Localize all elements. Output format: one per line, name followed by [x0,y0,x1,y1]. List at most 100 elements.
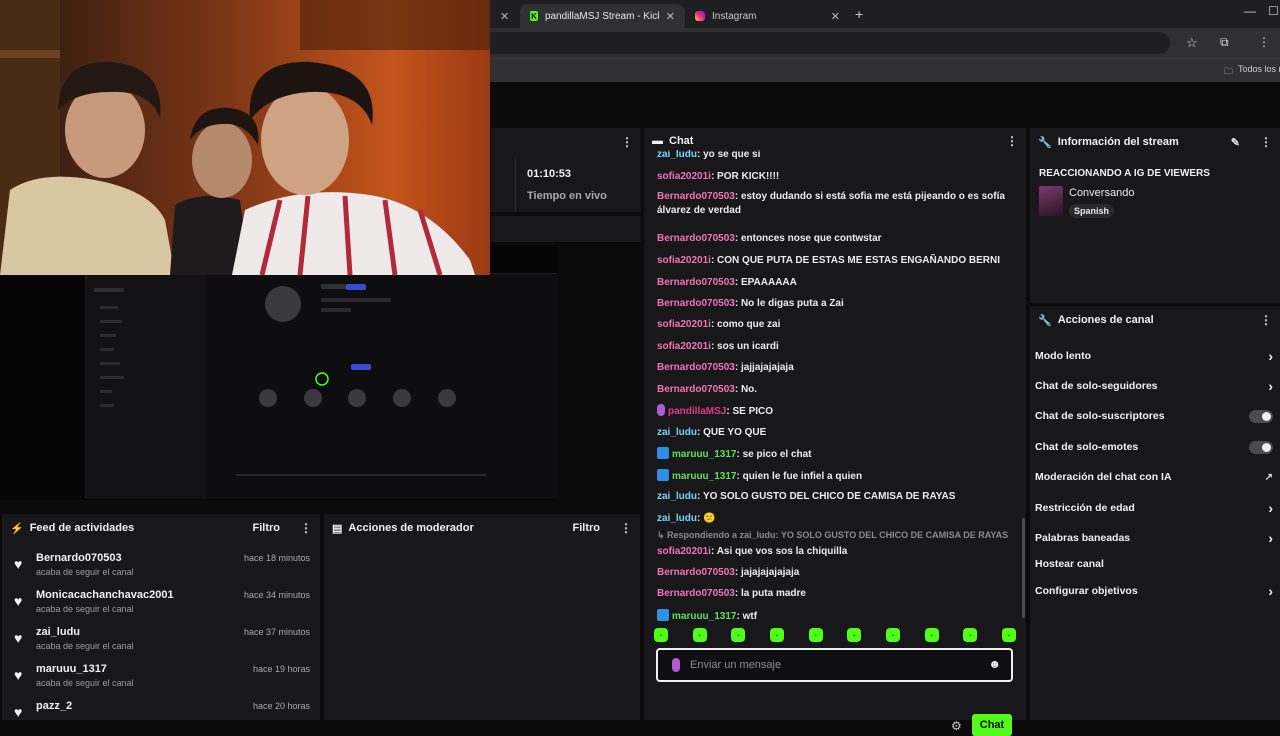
channel-action-item[interactable]: Moderación del chat con IA ↗ [1035,467,1273,487]
kick-icon: K [530,11,538,21]
feed-user[interactable]: zai_ludu [36,626,80,638]
chat-username[interactable]: Bernardo070503 [657,233,735,244]
kebab-menu-icon[interactable]: ⋮ [300,521,312,535]
reply-reference: ↳ Respondiendo a zai_ludu: YO SOLO GUSTO… [657,530,1009,540]
chat-text: sos un icardi [717,341,779,352]
new-tab-icon[interactable]: + [855,6,863,22]
emote-icon[interactable]: • [924,628,939,642]
kebab-menu-icon[interactable]: ⋮ [1260,135,1272,149]
chat-username[interactable]: sofia20201i [657,171,711,182]
channel-action-item[interactable]: Modo lento › [1035,346,1273,366]
browser-menu-icon[interactable]: ⋮ [1258,35,1270,49]
chat-username[interactable]: zai_ludu [657,491,697,502]
chat-username[interactable]: zai_ludu [657,513,697,524]
extensions-icon[interactable]: ⧉ [1220,35,1229,50]
chat-text: wtf [742,611,758,622]
bookmark-star-icon[interactable]: ☆ [1186,35,1198,51]
heart-icon: ♥ [14,556,23,572]
stream-info-panel: 🔧 Información del stream ✎ ⋮ REACCIONAND… [1030,128,1280,303]
channel-action-item[interactable]: Chat de solo-seguidores › [1035,376,1273,396]
minimize-icon[interactable]: — [1244,4,1256,18]
chat-username[interactable]: pandillaMSJ [668,406,726,417]
folder-icon: 🗀 [1224,66,1234,76]
pencil-icon[interactable]: ✎ [1231,136,1240,149]
feed-user[interactable]: Monicacachanchavac2001 [36,589,174,601]
chat-username[interactable]: Bernardo070503 [657,588,735,599]
tab-instagram[interactable]: Instagram ✕ [685,4,850,28]
chat-text: la puta madre [740,588,806,599]
feed-item: ♥ pazz_2 hace 20 horas [2,698,320,735]
maximize-icon[interactable]: ☐ [1268,4,1279,18]
chat-username[interactable]: maruuu_1317 [672,471,736,482]
toggle-switch[interactable] [1249,440,1273,454]
chat-text: POR KICK!!!! [717,171,780,182]
chat-username[interactable]: sofia20201i [657,341,711,352]
chat-username[interactable]: sofia20201i [657,546,711,557]
external-link-icon: ↗ [1264,471,1273,483]
tab-kick-dashboard[interactable]: K pandillaMSJ Stream - Kick Dash ✕ [520,4,685,28]
filter-button[interactable]: Filtro [573,522,601,534]
kebab-menu-icon[interactable]: ⋮ [1006,134,1018,148]
chat-username[interactable]: Bernardo070503 [657,567,735,578]
emote-icon[interactable]: • [963,628,978,642]
chat-message: zai_ludu: yo se que si [657,150,1012,162]
chat-message-input[interactable] [690,657,980,673]
emote-icon[interactable]: • [885,628,900,642]
chat-username[interactable]: maruuu_1317 [672,449,736,460]
emoji-icon[interactable]: ☻ [988,657,1001,671]
close-icon[interactable]: ✕ [666,10,675,23]
chat-username[interactable]: zai_ludu [657,150,697,160]
kebab-menu-icon[interactable]: ⋮ [1260,313,1272,327]
channel-action-item[interactable]: Chat de solo-emotes [1035,437,1273,457]
channel-action-item[interactable]: Restricción de edad › [1035,498,1273,518]
tab-close-prev[interactable]: ✕ [490,4,510,28]
chat-message: Bernardo070503: jajajajajajaja [657,566,1012,580]
chat-username[interactable]: maruuu_1317 [672,611,736,622]
gear-icon[interactable]: ⚙ [951,719,962,733]
feed-time: hace 20 horas [252,701,310,711]
feed-user[interactable]: Bernardo070503 [36,552,122,564]
toggle-switch[interactable] [1249,409,1273,423]
chat-username[interactable]: sofia20201i [657,319,711,330]
chat-username[interactable]: Bernardo070503 [657,362,735,373]
chat-message: sofia20201i: POR KICK!!!! [657,170,1012,184]
feed-action: acaba de seguir el canal [36,604,134,614]
close-icon[interactable]: ✕ [500,10,509,23]
close-icon[interactable]: ✕ [831,10,840,23]
captured-screen-image [86,274,558,499]
feed-user[interactable]: pazz_2 [36,700,72,712]
channel-action-label: Modo lento [1035,350,1091,362]
clipboard-icon: ▤ [332,522,343,535]
send-chat-button[interactable]: Chat [972,714,1012,736]
channel-action-item[interactable]: Chat de solo-suscriptores [1035,406,1273,426]
chat-message: pandillaMSJ: SE PICO [657,404,1012,419]
chat-messages[interactable]: zai_ludu: yo se que si sofia20201i: POR K… [644,150,1026,624]
emote-icon[interactable]: • [847,628,862,642]
chat-username[interactable]: Bernardo070503 [657,191,735,202]
chat-username[interactable]: zai_ludu [657,427,697,438]
channel-action-item[interactable]: Configurar objetivos › [1035,581,1273,601]
emote-icon[interactable]: • [1001,628,1016,642]
emote-icon[interactable]: • [769,628,784,642]
kebab-menu-icon[interactable]: ⋮ [621,135,633,149]
emote-icon[interactable]: • [731,628,746,642]
filter-button[interactable]: Filtro [253,522,281,534]
channel-action-item[interactable]: Palabras baneadas › [1035,528,1273,548]
emote-icon[interactable]: • [654,628,668,642]
feed-user[interactable]: maruuu_1317 [36,663,107,675]
chat-scrollbar[interactable] [1022,518,1025,618]
chat-username[interactable]: Bernardo070503 [657,298,735,309]
chat-username[interactable]: Bernardo070503 [657,384,735,395]
chat-input-box[interactable]: ☻ [656,648,1013,682]
live-time-label: Tiempo en vivo [527,190,607,202]
emote-icon[interactable]: • [692,628,707,642]
kebab-menu-icon[interactable]: ⋮ [620,521,632,535]
all-bookmarks-folder[interactable]: 🗀 Todos los ma [1224,64,1280,80]
chat-message: Bernardo070503: No. [657,383,1012,397]
channel-action-item[interactable]: Hostear canal [1035,554,1273,574]
chat-text: quien le fue infiel a quien [742,471,863,482]
emote-icon[interactable]: • [808,628,823,642]
stream-category[interactable]: Conversando [1069,187,1134,199]
chat-username[interactable]: sofia20201i [657,255,711,266]
chat-username[interactable]: Bernardo070503 [657,277,735,288]
